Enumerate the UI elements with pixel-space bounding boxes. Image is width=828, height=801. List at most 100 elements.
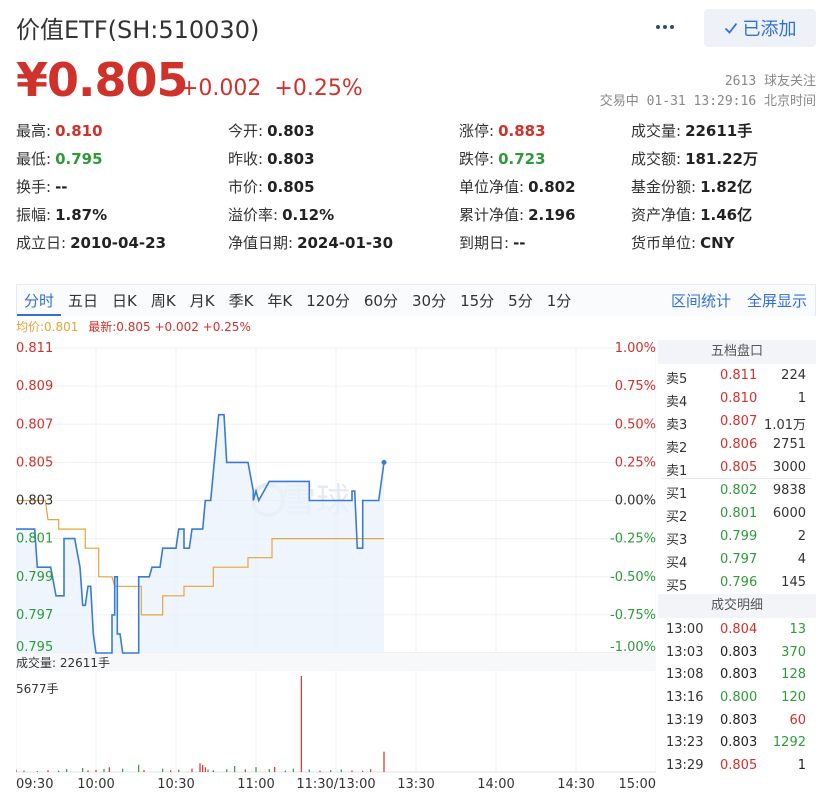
intraday-chart[interactable]: 雪球0.8110.8090.8070.8050.8030.8010.7990.7…: [16, 336, 656, 801]
tab-period[interactable]: 15分: [453, 286, 501, 316]
time-tick-label: 11:00: [237, 777, 274, 792]
bid-row: 买4 0.797 4: [658, 548, 816, 571]
time-tick-label: 13:30: [397, 777, 434, 792]
quote-row: 最低: 0.795 昨收: 0.803 跌停: 0.723 成交额: 181.22万: [16, 146, 816, 174]
trade-volume: 1: [797, 758, 806, 774]
quote-cell: 最低: 0.795: [16, 148, 103, 169]
tab-period[interactable]: 分时: [17, 286, 62, 316]
quote-cell: 货币单位: CNY: [631, 232, 735, 253]
trade-price: 0.800: [720, 689, 758, 705]
trade-price: 0.803: [720, 644, 758, 660]
current-price: ¥0.805: [16, 53, 189, 107]
quote-label: 昨收:: [228, 150, 264, 168]
more-button[interactable]: [652, 16, 678, 38]
trade-price: 0.803: [720, 735, 758, 751]
bid-label: 买5: [666, 579, 688, 595]
quote-value: 1.87%: [55, 206, 108, 224]
volume-bar: [274, 766, 276, 772]
volume-bar: [351, 770, 353, 772]
bid-label: 买4: [666, 556, 688, 572]
tab-period[interactable]: 30分: [405, 286, 453, 316]
ask-price: 0.807: [720, 413, 758, 429]
quote-value: --: [55, 178, 68, 196]
range-stats-link[interactable]: 区间统计: [663, 290, 739, 311]
quote-label: 基金份额:: [631, 178, 697, 196]
ask-volume: 1.01万: [764, 417, 806, 433]
time-tick-label: 09:30: [16, 777, 53, 792]
volume-bar: [370, 769, 372, 772]
pct-tick-label: -0.75%: [610, 608, 656, 623]
quote-cell: 涨停: 0.883: [459, 120, 546, 141]
volume-bar: [58, 770, 60, 772]
price-tick-label: 0.797: [16, 608, 53, 623]
bid-row: 买2 0.801 6000: [658, 502, 816, 525]
volume-bar: [47, 770, 49, 772]
time-tick-label: 15:00: [619, 777, 656, 792]
ask-label: 卖2: [666, 440, 688, 456]
ask-row: 卖5 0.811 224: [658, 364, 816, 387]
quote-cell: 净值日期: 2024-01-30: [228, 232, 393, 253]
bid-volume: 6000: [772, 506, 806, 522]
trade-time: 13:23: [666, 735, 704, 751]
order-book-title: 五档盘口: [658, 340, 816, 364]
volume-bar: [300, 676, 302, 772]
quote-value: --: [513, 234, 526, 252]
stock-header: 价值ETF(SH:510030) 已添加 ¥0.805 +0.002 +0.25…: [0, 0, 828, 112]
ask-volume: 2751: [772, 436, 806, 452]
volume-bar: [178, 769, 180, 772]
quote-grid: 最高: 0.810 今开: 0.803 涨停: 0.883 成交量: 22611手 最低: 0.7…: [16, 118, 816, 258]
trade-row: 13:16 0.800 120: [658, 686, 816, 709]
trade-detail-title: 成交明细: [658, 593, 816, 618]
chart-period-tabs: 分时 五日 日K 周K 月K 季K 年K 120分 60分 30分 15分 5分 1分 区间统计 全屏显示: [16, 284, 816, 316]
latest-price-summary: 最新:0.805 +0.002 +0.25%: [88, 320, 251, 334]
bid-volume: 4: [797, 552, 806, 568]
quote-label: 到期日:: [459, 234, 510, 252]
tab-period[interactable]: 1分: [540, 286, 579, 316]
ask-volume: 1: [797, 390, 806, 406]
quote-value: 0.883: [498, 122, 546, 140]
quote-label: 单位净值:: [459, 178, 525, 196]
tab-period[interactable]: 60分: [357, 286, 405, 316]
tab-period[interactable]: 月K: [183, 286, 222, 316]
intraday-chart-svg[interactable]: 雪球0.8110.8090.8070.8050.8030.8010.7990.7…: [16, 336, 656, 801]
quote-label: 最高:: [16, 122, 52, 140]
quote-cell: 溢价率: 0.12%: [228, 204, 334, 225]
quote-label: 净值日期:: [228, 234, 294, 252]
bid-price: 0.799: [720, 529, 758, 545]
change-percent: +0.25%: [274, 76, 363, 101]
quote-label: 成立日:: [16, 234, 67, 252]
ask-label: 卖1: [666, 463, 688, 479]
quote-cell: 累计净值: 2.196: [459, 204, 576, 225]
ask-row: 卖3 0.807 1.01万: [658, 410, 816, 433]
tab-period[interactable]: 周K: [144, 286, 183, 316]
tab-period[interactable]: 季K: [222, 286, 261, 316]
volume-bar: [319, 770, 321, 772]
volume-bar: [143, 769, 145, 772]
volume-bar: [191, 768, 193, 772]
chart-summary: 均价:0.801 最新:0.805 +0.002 +0.25%: [16, 318, 251, 335]
bid-price: 0.801: [720, 506, 758, 522]
volume-max-label: 5677手: [16, 682, 59, 696]
trade-volume: 370: [781, 644, 806, 660]
tab-period[interactable]: 五日: [61, 286, 105, 316]
tab-period[interactable]: 5分: [501, 286, 540, 316]
fullscreen-link[interactable]: 全屏显示: [739, 290, 815, 311]
follow-button[interactable]: 已添加: [704, 9, 816, 47]
trade-status: 交易中 01-31 13:29:16 北京时间: [599, 94, 816, 109]
tab-period[interactable]: 年K: [260, 286, 299, 316]
volume-bar: [340, 769, 342, 772]
quote-cell: 市价: 0.805: [228, 176, 315, 197]
volume-bar: [162, 768, 164, 772]
volume-bar: [244, 769, 246, 772]
ask-label: 卖5: [666, 372, 688, 387]
time-tick-label: 11:30/13:00: [296, 777, 375, 792]
volume-bar: [36, 770, 38, 772]
tab-period[interactable]: 日K: [105, 286, 144, 316]
volume-bar: [207, 769, 209, 772]
volume-bar: [87, 770, 89, 772]
quote-cell: 换手: --: [16, 176, 68, 197]
ask-price: 0.811: [720, 368, 758, 383]
quote-label: 振幅:: [16, 206, 52, 224]
tab-period[interactable]: 120分: [299, 286, 357, 316]
ask-row: 卖4 0.810 1: [658, 387, 816, 410]
